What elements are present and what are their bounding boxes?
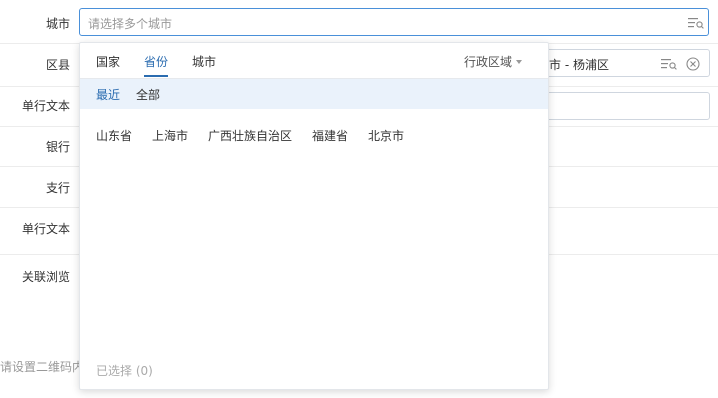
option-shanghai[interactable]: 上海市 [152,127,188,144]
filter-icon[interactable] [661,58,677,70]
subtab-all[interactable]: 全部 [136,86,160,103]
row-label-city: 城市 [45,17,70,31]
qr-hint-text: 请设置二维码内 [0,360,85,374]
tab-city[interactable]: 城市 [192,53,216,70]
subtab-recent[interactable]: 最近 [96,86,120,103]
city-multiselect-input[interactable]: 请选择多个城市 [79,8,709,36]
active-tab-indicator [144,75,168,77]
popup-subtabs: 最近 全部 [80,79,548,109]
row-label-text-1: 单行文本 [21,99,70,113]
caret-down-icon[interactable] [516,60,522,64]
row-label-district: 区县 [45,58,70,72]
row-label-bank: 银行 [45,140,70,154]
form-row-city: 城市 请选择多个城市 [0,0,718,44]
selected-count: 已选择 (0) [96,364,153,378]
option-beijing[interactable]: 北京市 [368,127,404,144]
city-placeholder: 请选择多个城市 [88,17,173,31]
province-options: 山东省 上海市 广西壮族自治区 福建省 北京市 [80,127,548,147]
city-select-popup: 国家 省份 城市 行政区域 最近 全部 山东省 上海市 广西壮族自治区 福建省 … [79,42,549,390]
filter-icon[interactable] [688,17,704,29]
district-value: 市 - 杨浦区 [549,58,609,72]
row-label-text-2: 单行文本 [21,222,70,236]
popup-tabs: 国家 省份 城市 行政区域 [80,43,548,79]
row-label-branch: 支行 [45,181,70,195]
clear-icon[interactable] [686,57,700,71]
row-label-related-browse: 关联浏览 [21,270,70,284]
option-fujian[interactable]: 福建省 [312,127,348,144]
tab-country[interactable]: 国家 [96,53,120,70]
option-shandong[interactable]: 山东省 [96,127,132,144]
region-dropdown[interactable]: 行政区域 [464,53,512,70]
tab-province[interactable]: 省份 [144,53,168,70]
option-guangxi[interactable]: 广西壮族自治区 [208,127,292,144]
